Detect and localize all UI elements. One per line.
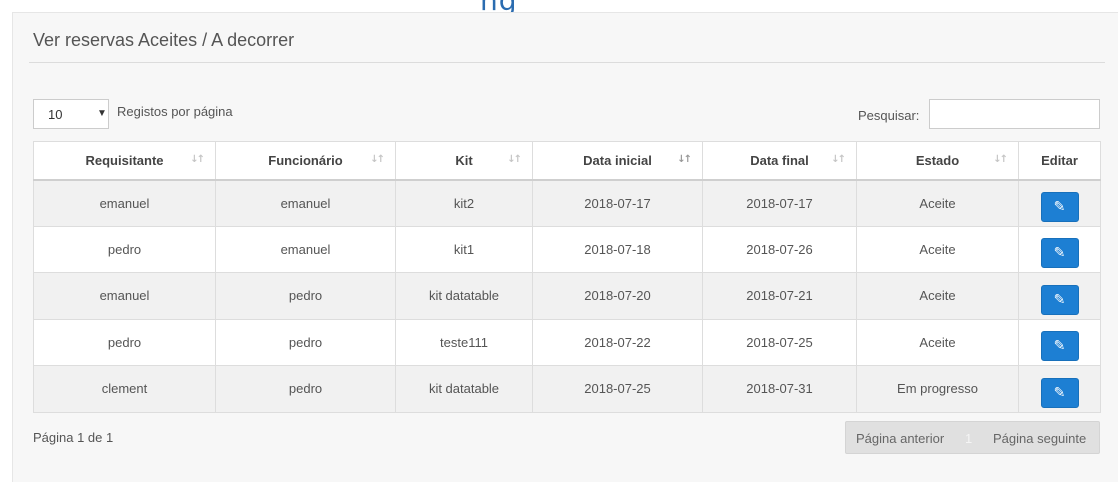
cell-estado: Aceite bbox=[856, 318, 1019, 366]
page-info: Página 1 de 1 bbox=[33, 430, 114, 445]
brand-fragment: ng bbox=[480, 0, 518, 12]
pencil-icon: ✎ bbox=[1053, 199, 1066, 215]
cell-data-final: 2018-07-26 bbox=[702, 225, 857, 273]
length-label: Registos por página bbox=[117, 104, 233, 119]
cell-data-inicial: 2018-07-20 bbox=[532, 272, 703, 320]
reservations-table: Requisitante ↓↑ Funcionário ↓↑ Kit ↓↑ Data … bbox=[33, 141, 1101, 413]
pagination: Página anterior 1 Página seguinte bbox=[845, 421, 1100, 454]
column-header-funcionario[interactable]: Funcionário ↓↑ bbox=[215, 141, 396, 181]
edit-button[interactable]: ✎ bbox=[1040, 284, 1079, 315]
cell-editar: ✎ bbox=[1018, 272, 1101, 320]
cell-data-final: 2018-07-21 bbox=[702, 272, 857, 320]
cell-funcionario: emanuel bbox=[215, 179, 396, 227]
cell-requisitante: pedro bbox=[33, 225, 216, 273]
page-title: Ver reservas Aceites / A decorrer bbox=[33, 30, 295, 50]
caret-down-icon: ▼ bbox=[97, 108, 107, 119]
cell-editar: ✎ bbox=[1018, 365, 1101, 413]
pencil-icon: ✎ bbox=[1053, 245, 1066, 262]
search-label: Pesquisar: bbox=[858, 108, 920, 123]
cell-requisitante: clement bbox=[33, 365, 216, 413]
cell-estado: Aceite bbox=[856, 179, 1019, 227]
cell-funcionario: pedro bbox=[215, 318, 396, 366]
table-row: emanuel pedro kit datatable 2018-07-20 2… bbox=[33, 272, 1101, 320]
cell-kit: kit datatable bbox=[395, 272, 533, 320]
cell-requisitante: emanuel bbox=[33, 179, 216, 227]
cell-data-inicial: 2018-07-17 bbox=[532, 179, 703, 227]
column-header-editar: Editar bbox=[1018, 141, 1101, 181]
edit-button[interactable]: ✎ bbox=[1040, 331, 1079, 362]
pencil-icon: ✎ bbox=[1053, 338, 1066, 355]
top-strip: ng bbox=[0, 0, 1118, 12]
cell-data-inicial: 2018-07-25 bbox=[532, 365, 703, 413]
cell-data-inicial: 2018-07-22 bbox=[532, 318, 703, 366]
sort-arrows-icon: ↓↑ bbox=[507, 154, 522, 165]
sort-arrows-icon: ↓↑ bbox=[993, 154, 1008, 165]
table-row: emanuel emanuel kit2 2018-07-17 2018-07-… bbox=[33, 179, 1101, 227]
cell-kit: kit2 bbox=[395, 179, 533, 227]
sort-ascending-icon: ↓↑ bbox=[677, 154, 692, 165]
cell-kit: teste111 bbox=[395, 318, 533, 366]
edit-button[interactable]: ✎ bbox=[1040, 192, 1079, 222]
cell-kit: kit1 bbox=[395, 225, 533, 273]
sort-arrows-icon: ↓↑ bbox=[831, 154, 846, 165]
cell-estado: Aceite bbox=[856, 225, 1019, 273]
column-header-data-inicial[interactable]: Data inicial ↓↑ bbox=[532, 141, 703, 181]
search-input[interactable] bbox=[929, 99, 1100, 129]
cell-funcionario: pedro bbox=[215, 272, 396, 320]
edit-button[interactable]: ✎ bbox=[1040, 238, 1079, 269]
cell-data-final: 2018-07-17 bbox=[702, 179, 857, 227]
table-header-row: Requisitante ↓↑ Funcionário ↓↑ Kit ↓↑ Data … bbox=[33, 141, 1101, 181]
cell-editar: ✎ bbox=[1018, 179, 1101, 227]
table-row: clement pedro kit datatable 2018-07-25 2… bbox=[33, 365, 1101, 413]
column-header-requisitante[interactable]: Requisitante ↓↑ bbox=[33, 141, 216, 181]
cell-editar: ✎ bbox=[1018, 318, 1101, 366]
cell-requisitante: emanuel bbox=[33, 272, 216, 320]
cell-estado: Aceite bbox=[856, 272, 1019, 320]
title-divider bbox=[29, 62, 1105, 63]
column-header-data-final[interactable]: Data final ↓↑ bbox=[702, 141, 857, 181]
pencil-icon: ✎ bbox=[1053, 384, 1066, 401]
length-select[interactable]: 10 ▼ bbox=[33, 99, 109, 129]
table-row: pedro pedro teste111 2018-07-22 2018-07-… bbox=[33, 318, 1101, 366]
cell-funcionario: pedro bbox=[215, 365, 396, 413]
edit-button[interactable]: ✎ bbox=[1040, 377, 1079, 408]
cell-estado: Em progresso bbox=[856, 365, 1019, 413]
prev-page-button[interactable]: Página anterior bbox=[856, 431, 944, 446]
cell-requisitante: pedro bbox=[33, 318, 216, 366]
cell-editar: ✎ bbox=[1018, 225, 1101, 273]
length-select-value: 10 bbox=[48, 107, 63, 122]
sort-arrows-icon: ↓↑ bbox=[370, 154, 385, 165]
cell-data-final: 2018-07-25 bbox=[702, 318, 857, 366]
column-header-estado[interactable]: Estado ↓↑ bbox=[856, 141, 1019, 181]
table-row: pedro emanuel kit1 2018-07-18 2018-07-26… bbox=[33, 225, 1101, 273]
next-page-button[interactable]: Página seguinte bbox=[993, 431, 1086, 446]
cell-kit: kit datatable bbox=[395, 365, 533, 413]
column-header-kit[interactable]: Kit ↓↑ bbox=[395, 141, 533, 181]
cell-funcionario: emanuel bbox=[215, 225, 396, 273]
pencil-icon: ✎ bbox=[1053, 291, 1066, 308]
cell-data-final: 2018-07-31 bbox=[702, 365, 857, 413]
page-number-button[interactable]: 1 bbox=[965, 431, 972, 446]
cell-data-inicial: 2018-07-18 bbox=[532, 225, 703, 273]
sort-arrows-icon: ↓↑ bbox=[190, 154, 205, 165]
